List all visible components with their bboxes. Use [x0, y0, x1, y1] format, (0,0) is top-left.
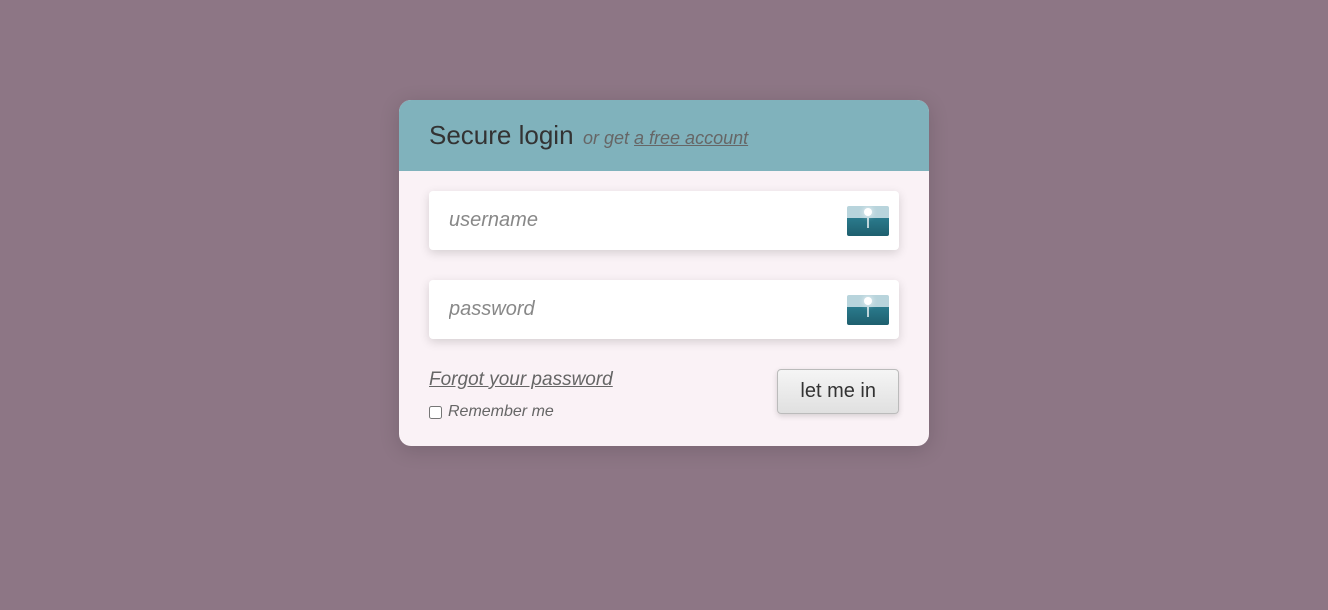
remember-label: Remember me: [448, 403, 554, 421]
signup-link[interactable]: a free account: [634, 128, 748, 148]
login-card: Secure login or get a free account Forgo…: [399, 100, 929, 446]
password-input[interactable]: [429, 280, 899, 339]
password-landscape-icon: [847, 295, 889, 325]
submit-button[interactable]: let me in: [777, 369, 899, 414]
footer-left: Forgot your password Remember me: [429, 369, 613, 421]
username-wrapper: [429, 191, 899, 250]
login-body: Forgot your password Remember me let me …: [399, 171, 929, 446]
remember-checkbox[interactable]: [429, 406, 442, 419]
username-input[interactable]: [429, 191, 899, 250]
password-wrapper: [429, 280, 899, 339]
header-subtitle: or get a free account: [583, 128, 748, 148]
subtitle-prefix: or get: [583, 128, 634, 148]
remember-row: Remember me: [429, 403, 613, 421]
header-title: Secure login: [429, 120, 574, 150]
login-header: Secure login or get a free account: [399, 100, 929, 171]
footer-row: Forgot your password Remember me let me …: [429, 369, 899, 421]
forgot-password-link[interactable]: Forgot your password: [429, 369, 613, 391]
username-landscape-icon: [847, 206, 889, 236]
